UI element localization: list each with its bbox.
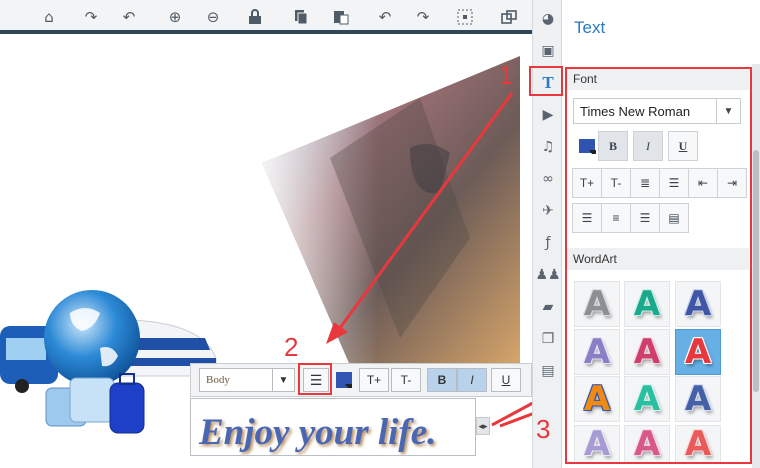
curved-arrow-icon[interactable]: ↷	[80, 6, 102, 28]
font-size-decrease-button[interactable]: T-	[391, 368, 421, 392]
plane-icon[interactable]: ✈	[537, 200, 559, 222]
underline-button[interactable]: U	[491, 368, 521, 392]
luggage-graphic	[45, 373, 145, 434]
paragraph-style-value: Body	[206, 374, 230, 386]
layout-icon[interactable]: ▤	[537, 360, 559, 382]
annotation-number: 3	[536, 414, 551, 444]
font-size-increase-button[interactable]: T+	[359, 368, 389, 392]
music-icon[interactable]: ♫	[537, 136, 559, 158]
color-swatch-icon	[336, 372, 352, 388]
panel-title: Text	[574, 18, 606, 37]
resize-handle[interactable]: ◂▸	[476, 417, 490, 435]
home-icon[interactable]: ⌂	[38, 6, 60, 28]
flash-icon[interactable]: ƒ	[537, 232, 559, 254]
paragraph-style-select[interactable]: Body ▼	[199, 368, 295, 392]
copy-icon[interactable]	[290, 6, 312, 28]
zoom-out-icon[interactable]: ⊖	[202, 6, 224, 28]
redo-icon[interactable]: ↷	[412, 6, 434, 28]
zoom-in-icon[interactable]: ⊕	[164, 6, 186, 28]
canvas-text[interactable]: Enjoy your life.	[199, 411, 436, 454]
top-toolbar: ⌂ ↷ ↶ ⊕ ⊖ ↶ ↷	[0, 0, 532, 34]
group-icon[interactable]	[498, 6, 520, 28]
undo-icon[interactable]: ↶	[374, 6, 396, 28]
shapes-icon[interactable]: ◕	[537, 8, 559, 30]
bold-button[interactable]: B	[427, 368, 457, 392]
video-icon[interactable]: ▶	[537, 104, 559, 126]
image-icon[interactable]: ▣	[537, 40, 559, 62]
pages-icon[interactable]: ❐	[537, 328, 559, 350]
chevron-down-icon: ▼	[272, 369, 294, 391]
curved-arrow-back-icon[interactable]: ↶	[118, 6, 140, 28]
highlight-text-tool	[529, 66, 563, 96]
graduation-cap-icon[interactable]: ▰	[537, 296, 559, 318]
canvas-text-box[interactable]: Enjoy your life.	[190, 398, 476, 456]
people-icon[interactable]: ♟♟	[535, 264, 560, 286]
scrollbar-thumb[interactable]	[753, 150, 759, 392]
annotation-number: 1	[499, 60, 514, 90]
globe-graphic	[44, 290, 140, 386]
link-icon[interactable]: ∞	[537, 168, 559, 190]
text-format-toolbar: Body ▼ ☰ T+ T- B I U	[190, 363, 532, 397]
highlight-list-button	[298, 363, 332, 395]
italic-button[interactable]: I	[457, 368, 487, 392]
panel-scrollbar[interactable]	[752, 64, 760, 468]
select-area-icon[interactable]	[454, 6, 476, 28]
paste-icon[interactable]	[330, 6, 352, 28]
annotation-number: 2	[284, 332, 299, 362]
lock-icon[interactable]	[244, 6, 266, 28]
text-color-button[interactable]	[333, 368, 355, 392]
highlight-panel	[565, 67, 752, 464]
